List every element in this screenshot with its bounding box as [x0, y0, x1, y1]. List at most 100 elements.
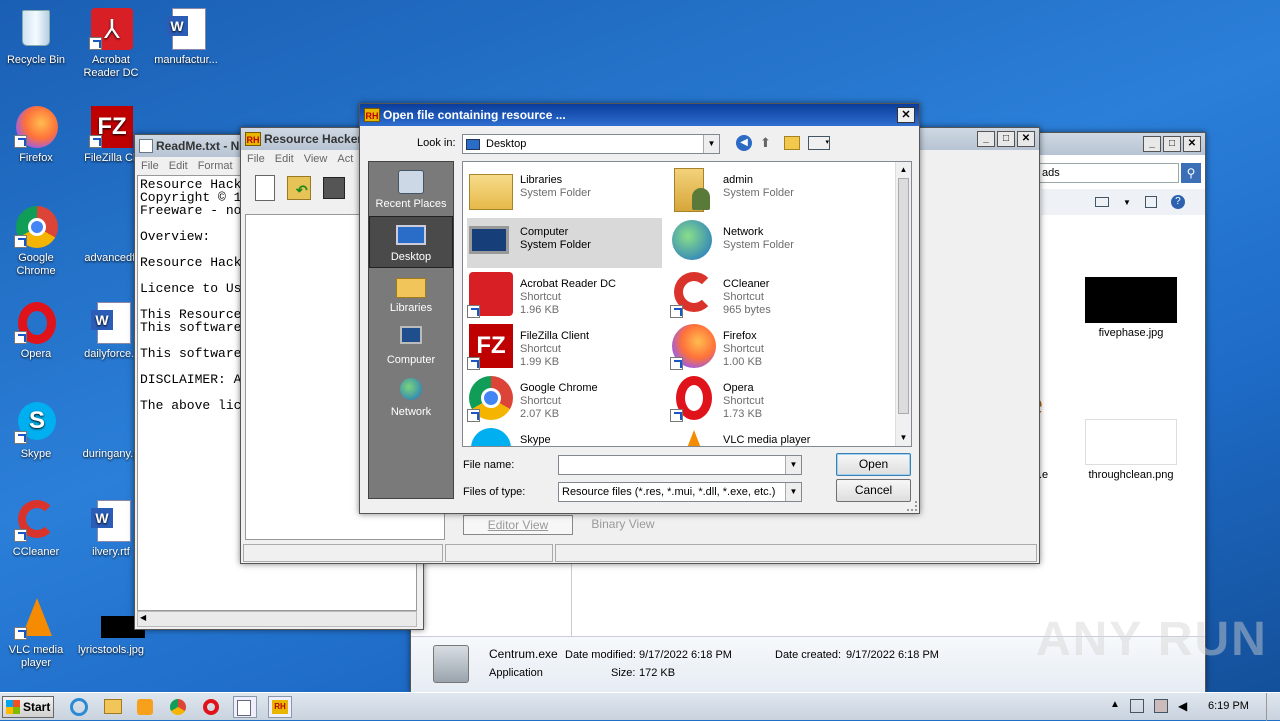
chrome-icon: [467, 374, 515, 422]
minimize-button[interactable]: _: [977, 131, 995, 147]
back-icon[interactable]: ◀: [736, 135, 752, 151]
list-item-vlc[interactable]: VLC media player: [670, 426, 865, 446]
list-item-filezilla[interactable]: FZ FileZilla Client Shortcut 1.99 KB: [467, 322, 662, 372]
list-item-acrobat[interactable]: Acrobat Reader DC Shortcut 1.96 KB: [467, 270, 662, 320]
menu-edit[interactable]: Edit: [275, 153, 294, 165]
menu-file[interactable]: File: [247, 153, 265, 165]
notepad-taskbar-icon[interactable]: [233, 696, 257, 718]
show-desktop-button[interactable]: [1266, 693, 1280, 721]
tray-volume-icon[interactable]: ◀: [1178, 699, 1187, 713]
application-icon: [433, 645, 469, 683]
opera-taskbar-icon[interactable]: [200, 696, 224, 718]
tab-binary-view[interactable]: Binary View: [573, 515, 673, 535]
save-icon[interactable]: [323, 177, 345, 199]
file-type-select[interactable]: Resource files (*.res, *.mui, *.dll, *.e…: [558, 482, 802, 502]
desktop-icon-opera[interactable]: Opera: [0, 300, 72, 361]
list-item-skype[interactable]: Skype: [467, 426, 662, 446]
chevron-down-icon[interactable]: ▼: [1123, 198, 1131, 207]
scroll-down-icon[interactable]: ▼: [896, 430, 911, 446]
place-recent-places[interactable]: Recent Places: [369, 164, 453, 216]
desktop-icon-manufactur[interactable]: W manufactur...: [150, 6, 222, 67]
list-item-chrome[interactable]: Google Chrome Shortcut 2.07 KB: [467, 374, 662, 424]
desktop-icon-recycle-bin[interactable]: Recycle Bin: [0, 6, 72, 67]
place-desktop[interactable]: Desktop: [369, 216, 453, 268]
help-icon[interactable]: ?: [1170, 195, 1185, 209]
dialog-title: Open file containing resource ...: [383, 108, 566, 122]
tray-chevron-icon[interactable]: ▲: [1110, 699, 1120, 710]
horizontal-scrollbar[interactable]: ◀: [137, 611, 417, 627]
open-file-dialog[interactable]: RH Open file containing resource ... ✕ Lo…: [359, 103, 920, 514]
new-file-icon[interactable]: [255, 175, 275, 201]
tray-network-icon[interactable]: [1130, 699, 1144, 713]
menu-action[interactable]: Act: [337, 153, 353, 165]
list-item-computer[interactable]: Computer System Folder: [467, 218, 662, 268]
desktop-icon-skype[interactable]: S Skype: [0, 400, 72, 461]
clock[interactable]: 6:19 PM: [1208, 700, 1249, 712]
menu-view[interactable]: View: [304, 153, 328, 165]
list-item-libraries[interactable]: Libraries System Folder: [467, 166, 662, 216]
maximize-button[interactable]: □: [997, 131, 1015, 147]
file-name-input[interactable]: ▼: [558, 455, 802, 475]
explorer-taskbar-icon[interactable]: [101, 696, 125, 718]
start-button[interactable]: Start: [2, 696, 54, 718]
place-computer[interactable]: Computer: [369, 320, 453, 372]
resource-hacker-taskbar-icon[interactable]: RH: [268, 696, 292, 718]
desktop-icon-firefox[interactable]: Firefox: [0, 104, 72, 165]
chrome-taskbar-icon[interactable]: [167, 696, 191, 718]
close-button[interactable]: ✕: [897, 107, 915, 123]
scroll-left-icon[interactable]: ◀: [140, 613, 146, 622]
list-item-network[interactable]: Network System Folder: [670, 218, 865, 268]
menu-format[interactable]: Format: [198, 160, 233, 172]
recycle-bin-icon: [14, 6, 58, 50]
desktop-icon-ccleaner[interactable]: CCleaner: [0, 498, 72, 559]
cancel-button[interactable]: Cancel: [836, 479, 911, 502]
place-libraries[interactable]: Libraries: [369, 268, 453, 320]
desktop-icon-chrome[interactable]: Google Chrome: [0, 204, 72, 278]
filezilla-icon: FZ: [467, 322, 515, 370]
minimize-button[interactable]: _: [1143, 136, 1161, 152]
image-thumb-icon: [89, 596, 145, 640]
list-item-ccleaner[interactable]: CCleaner Shortcut 965 bytes: [670, 270, 865, 320]
libraries-folder-icon: [467, 166, 515, 214]
view-menu-icon[interactable]: ▾: [808, 136, 830, 150]
chevron-down-icon: ▼: [785, 456, 801, 474]
scroll-thumb[interactable]: [898, 178, 909, 414]
vertical-scrollbar[interactable]: ▲ ▼: [895, 162, 911, 446]
file-thumb-throughclean[interactable]: throughclean.png: [1081, 419, 1181, 481]
up-folder-icon[interactable]: ⬆: [760, 135, 776, 151]
look-in-select[interactable]: Desktop ▼: [462, 134, 720, 154]
ccleaner-icon: [14, 498, 58, 542]
close-button[interactable]: ✕: [1017, 131, 1035, 147]
desktop-icon-acrobat[interactable]: ⅄ Acrobat Reader DC: [75, 6, 147, 80]
list-item-admin[interactable]: admin System Folder: [670, 166, 865, 216]
word-doc-icon: W: [89, 300, 133, 344]
open-folder-icon[interactable]: ↶: [287, 176, 311, 200]
tray-security-icon[interactable]: [1154, 699, 1168, 713]
resize-grip[interactable]: [907, 501, 917, 511]
new-folder-icon[interactable]: [784, 136, 800, 150]
media-player-taskbar-icon[interactable]: [134, 696, 158, 718]
network-icon: [670, 218, 718, 266]
close-button[interactable]: ✕: [1183, 136, 1201, 152]
maximize-button[interactable]: □: [1163, 136, 1181, 152]
search-icon[interactable]: ⚲: [1181, 163, 1201, 183]
menu-file[interactable]: File: [141, 160, 159, 172]
desktop-small-icon: [466, 138, 480, 150]
open-button[interactable]: Open: [836, 453, 911, 476]
tab-editor-view[interactable]: Editor View: [463, 515, 573, 535]
desktop-icon-vlc[interactable]: VLC media player: [0, 596, 72, 670]
list-item-opera[interactable]: Opera Shortcut 1.73 KB: [670, 374, 865, 424]
list-item-firefox[interactable]: Firefox Shortcut 1.00 KB: [670, 322, 865, 372]
acrobat-icon: [467, 270, 515, 318]
place-network[interactable]: Network: [369, 372, 453, 424]
ie-taskbar-icon[interactable]: [68, 696, 92, 718]
menu-edit[interactable]: Edit: [169, 160, 188, 172]
scroll-up-icon[interactable]: ▲: [896, 162, 911, 178]
preview-pane-icon[interactable]: [1144, 196, 1157, 208]
views-icon[interactable]: [1095, 197, 1109, 207]
search-box[interactable]: ads: [1039, 163, 1179, 183]
word-doc-icon: W: [89, 498, 133, 542]
file-label-partial[interactable]: .e: [1039, 469, 1059, 481]
file-thumb-fivephase[interactable]: fivephase.jpg: [1081, 277, 1181, 339]
file-list[interactable]: Libraries System Folder admin System Folde…: [462, 161, 912, 447]
